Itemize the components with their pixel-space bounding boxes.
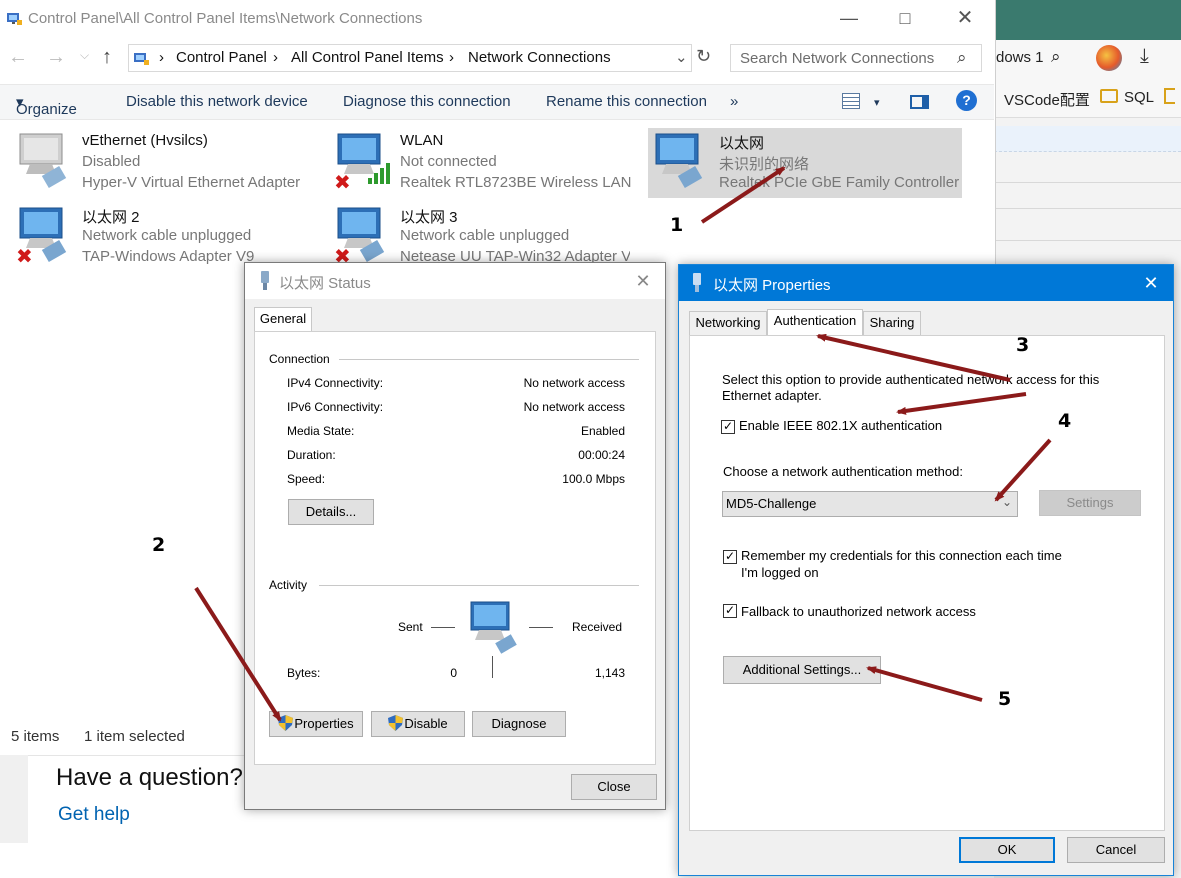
- annotation-number: 4: [1058, 410, 1072, 432]
- annotation-arrow: [994, 438, 1052, 502]
- annotation-overlay: [194, 166, 1052, 722]
- annotation-number: 3: [1016, 334, 1030, 356]
- annotation-arrow: [896, 392, 1027, 415]
- annotation-arrow: [866, 666, 983, 702]
- annotation-arrow: [700, 166, 786, 224]
- annotation-arrow: [194, 586, 282, 722]
- annotation-number: 1: [670, 214, 684, 236]
- annotation-number: 5: [998, 688, 1012, 710]
- annotation-number: 2: [152, 534, 166, 556]
- annotation-arrow: [816, 333, 1011, 382]
